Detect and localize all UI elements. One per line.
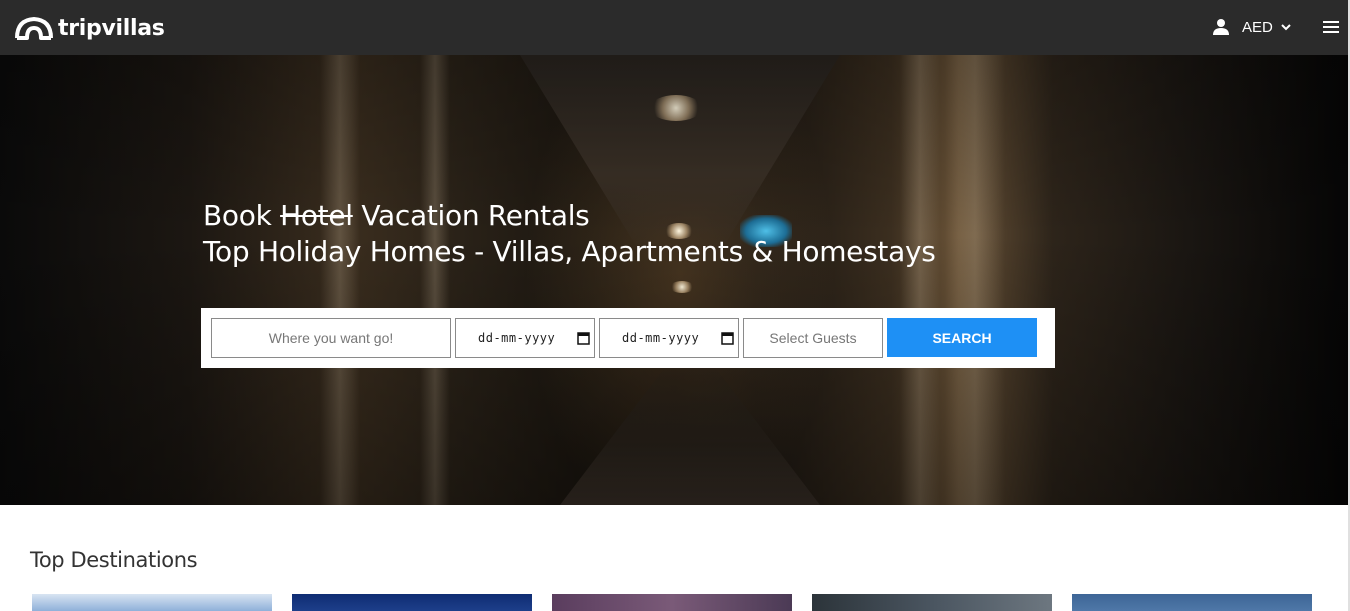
- destination-input[interactable]: Where you want go!: [211, 318, 451, 358]
- hero-banner: Book Hotel Vacation Rentals Top Holiday …: [0, 55, 1350, 505]
- guests-placeholder: Select Guests: [769, 330, 857, 346]
- user-icon[interactable]: [1212, 18, 1230, 36]
- calendar-icon[interactable]: [577, 331, 590, 345]
- guests-selector[interactable]: Select Guests: [743, 318, 883, 358]
- top-destinations-title: Top Destinations: [30, 548, 198, 572]
- chevron-down-icon[interactable]: [1280, 21, 1292, 33]
- destination-card[interactable]: [32, 594, 272, 611]
- logo-text: tripvillas: [58, 15, 165, 41]
- calendar-icon[interactable]: [721, 331, 734, 345]
- hero-line-1-before: Book: [203, 199, 281, 232]
- tripvillas-logo[interactable]: tripvillas: [14, 14, 165, 42]
- destination-card[interactable]: [812, 594, 1052, 611]
- destination-card[interactable]: [1072, 594, 1312, 611]
- hamburger-menu-icon[interactable]: [1322, 19, 1340, 35]
- destination-card[interactable]: [552, 594, 792, 611]
- destination-card[interactable]: [292, 594, 532, 611]
- currency-selector[interactable]: AED: [1242, 19, 1273, 36]
- destination-placeholder: Where you want go!: [268, 330, 394, 346]
- hero-strike-word: Hotel: [280, 199, 353, 232]
- checkout-date-input[interactable]: dd-mm-yyyy: [599, 318, 739, 358]
- hero-headline: Book Hotel Vacation Rentals Top Holiday …: [203, 198, 936, 270]
- hero-line-1-after: Vacation Rentals: [352, 199, 590, 232]
- checkin-date-input[interactable]: dd-mm-yyyy: [455, 318, 595, 358]
- tripvillas-logo-icon: [15, 16, 53, 40]
- checkin-date-value: dd-mm-yyyy: [478, 331, 556, 345]
- checkout-date-value: dd-mm-yyyy: [622, 331, 700, 345]
- hero-line-1: Book Hotel Vacation Rentals: [203, 198, 936, 234]
- search-form: Where you want go! dd-mm-yyyy dd-mm-yyyy…: [201, 308, 1055, 368]
- top-navbar: tripvillas AED: [0, 0, 1350, 55]
- hero-line-2: Top Holiday Homes - Villas, Apartments &…: [203, 235, 936, 268]
- search-button[interactable]: SEARCH: [887, 318, 1037, 357]
- hero-overlay: [0, 55, 1350, 505]
